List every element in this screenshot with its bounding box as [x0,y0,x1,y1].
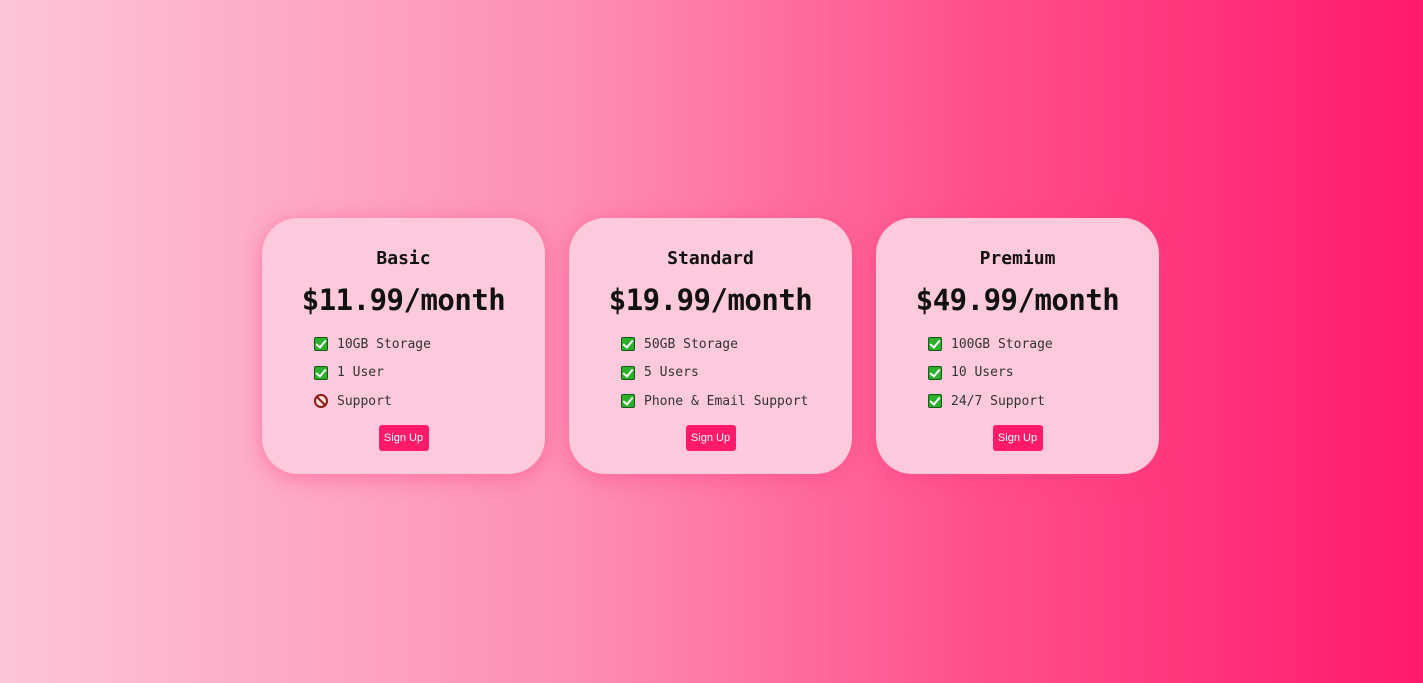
feature-item: 50GB Storage [621,330,799,359]
feature-text: 10GB Storage [337,336,431,352]
feature-list: 10GB Storage 1 User Support [262,330,492,416]
plan-price: $11.99/month [301,283,506,317]
plan-name: Premium [979,248,1056,269]
check-icon [314,365,328,380]
sign-up-button[interactable]: Sign Up [992,424,1043,451]
check-icon [621,365,635,380]
feature-text: 5 Users [644,365,699,381]
plan-name: Basic [376,248,431,269]
check-icon [314,337,328,352]
feature-item: Support [314,387,492,416]
plan-card-standard: Standard $19.99/month 50GB Storage 5 Use… [569,218,852,474]
check-icon [621,337,635,352]
feature-list: 50GB Storage 5 Users Phone & Email Suppo… [569,330,808,416]
plan-price: $49.99/month [915,283,1120,317]
check-icon [928,365,942,380]
plan-name: Standard [667,248,754,269]
sign-up-button[interactable]: Sign Up [685,424,736,451]
feature-text: 50GB Storage [644,336,738,352]
feature-text: 100GB Storage [951,336,1053,352]
feature-item: 10GB Storage [314,330,492,359]
feature-text: 1 User [337,365,384,381]
feature-item: 100GB Storage [928,330,1106,359]
plan-card-basic: Basic $11.99/month 10GB Storage 1 User S… [262,218,545,474]
pricing-page: { "plans": [ { "name": "Basic", "price":… [0,0,1423,683]
check-icon [928,337,942,352]
feature-item: Phone & Email Support [621,387,808,416]
check-icon [621,394,635,409]
feature-item: 24/7 Support [928,387,1106,416]
prohibited-icon [314,394,328,409]
feature-text: Phone & Email Support [644,393,809,409]
feature-item: 5 Users [621,359,799,388]
pricing-cards: Basic $11.99/month 10GB Storage 1 User S… [262,218,1159,474]
feature-text: 24/7 Support [951,393,1045,409]
feature-item: 10 Users [928,359,1106,388]
sign-up-button[interactable]: Sign Up [378,424,429,451]
plan-card-premium: Premium $49.99/month 100GB Storage 10 Us… [876,218,1159,474]
feature-item: 1 User [314,359,492,388]
check-icon [928,394,942,409]
feature-text: 10 Users [951,365,1014,381]
feature-text: Support [337,393,392,409]
feature-list: 100GB Storage 10 Users 24/7 Support [876,330,1106,416]
plan-price: $19.99/month [608,283,813,317]
